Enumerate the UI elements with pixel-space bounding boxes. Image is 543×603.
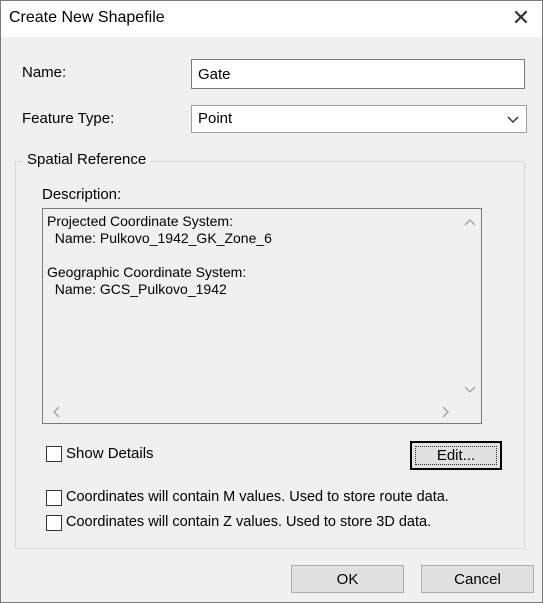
spatial-reference-label: Spatial Reference [23,151,151,168]
description-textbox[interactable]: Projected Coordinate System: Name: Pulko… [42,208,482,424]
name-label: Name: [22,64,67,81]
scrollbar-corner [459,401,481,423]
m-values-label: Coordinates will contain M values. Used … [66,489,449,505]
cancel-button[interactable]: Cancel [421,565,534,593]
chevron-up-icon[interactable] [463,215,477,229]
dialog-title: Create New Shapefile [9,9,165,26]
name-input[interactable] [191,59,525,89]
description-text: Projected Coordinate System: Name: Pulko… [47,213,447,298]
description-line: Projected Coordinate System: [47,213,233,229]
show-details-checkbox[interactable] [46,446,62,462]
close-icon[interactable]: ✕ [508,5,534,31]
edit-button[interactable]: Edit... [410,441,502,470]
feature-type-value: Point [198,110,233,127]
show-details-label: Show Details [66,445,154,462]
chevron-down-icon [507,116,519,123]
create-new-shapefile-dialog: Create New Shapefile ✕ Name: Feature Typ… [0,0,543,603]
feature-type-label: Feature Type: [22,110,115,127]
description-line: Name: Pulkovo_1942_GK_Zone_6 [47,230,272,246]
ok-button[interactable]: OK [291,565,404,593]
chevron-right-icon[interactable] [439,405,453,419]
chevron-left-icon[interactable] [49,405,63,419]
chevron-down-icon[interactable] [463,383,477,397]
description-line [47,247,447,264]
vertical-scrollbar[interactable] [459,209,481,401]
horizontal-scrollbar[interactable] [43,401,459,423]
focus-rectangle [415,446,497,465]
z-values-checkbox[interactable] [46,515,62,531]
z-values-label: Coordinates will contain Z values. Used … [66,514,432,530]
description-line: Geographic Coordinate System: [47,264,247,280]
m-values-checkbox[interactable] [46,490,62,506]
description-label: Description: [42,186,122,203]
description-line: Name: GCS_Pulkovo_1942 [47,281,227,297]
title-bar: Create New Shapefile ✕ [1,1,542,37]
feature-type-dropdown[interactable]: Point [191,105,527,133]
